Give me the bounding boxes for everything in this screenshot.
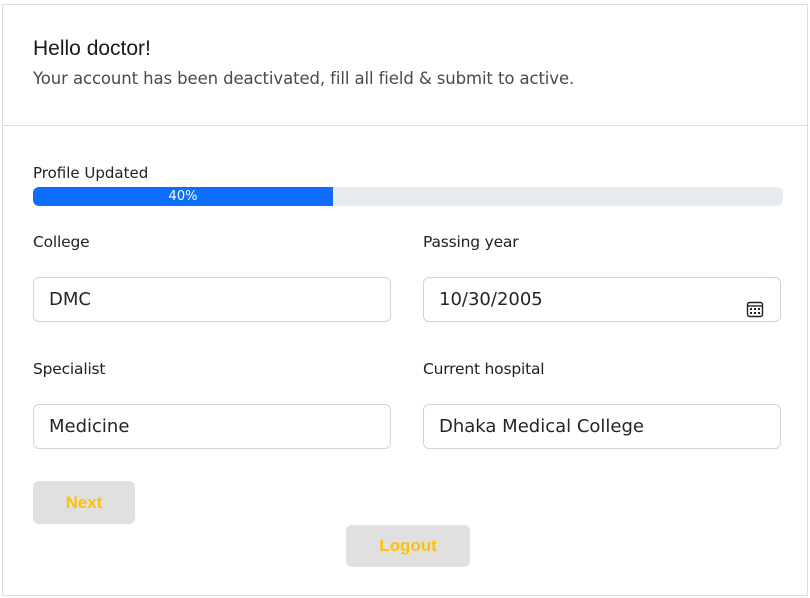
current-hospital-input[interactable] bbox=[423, 404, 781, 449]
progress-label: Profile Updated bbox=[33, 164, 149, 182]
progress-bar: 40% bbox=[33, 187, 783, 206]
progress-fill: 40% bbox=[33, 187, 333, 206]
calendar-icon[interactable] bbox=[746, 291, 764, 318]
next-button[interactable]: Next bbox=[33, 481, 135, 524]
card-header: Hello doctor! Your account has been deac… bbox=[3, 5, 807, 126]
greeting-title: Hello doctor! bbox=[33, 37, 151, 60]
current-hospital-label: Current hospital bbox=[423, 360, 545, 378]
specialist-input[interactable] bbox=[33, 404, 391, 449]
passing-year-label: Passing year bbox=[423, 233, 519, 251]
logout-button[interactable]: Logout bbox=[346, 525, 470, 567]
college-input[interactable] bbox=[33, 277, 391, 322]
deactivated-account-card: Hello doctor! Your account has been deac… bbox=[2, 4, 808, 596]
passing-year-date-input[interactable]: 10/30/2005 bbox=[423, 277, 781, 322]
passing-year-value: 10/30/2005 bbox=[439, 289, 543, 310]
deactivation-notice: Your account has been deactivated, fill … bbox=[33, 69, 575, 88]
college-label: College bbox=[33, 233, 90, 251]
specialist-label: Specialist bbox=[33, 360, 106, 378]
